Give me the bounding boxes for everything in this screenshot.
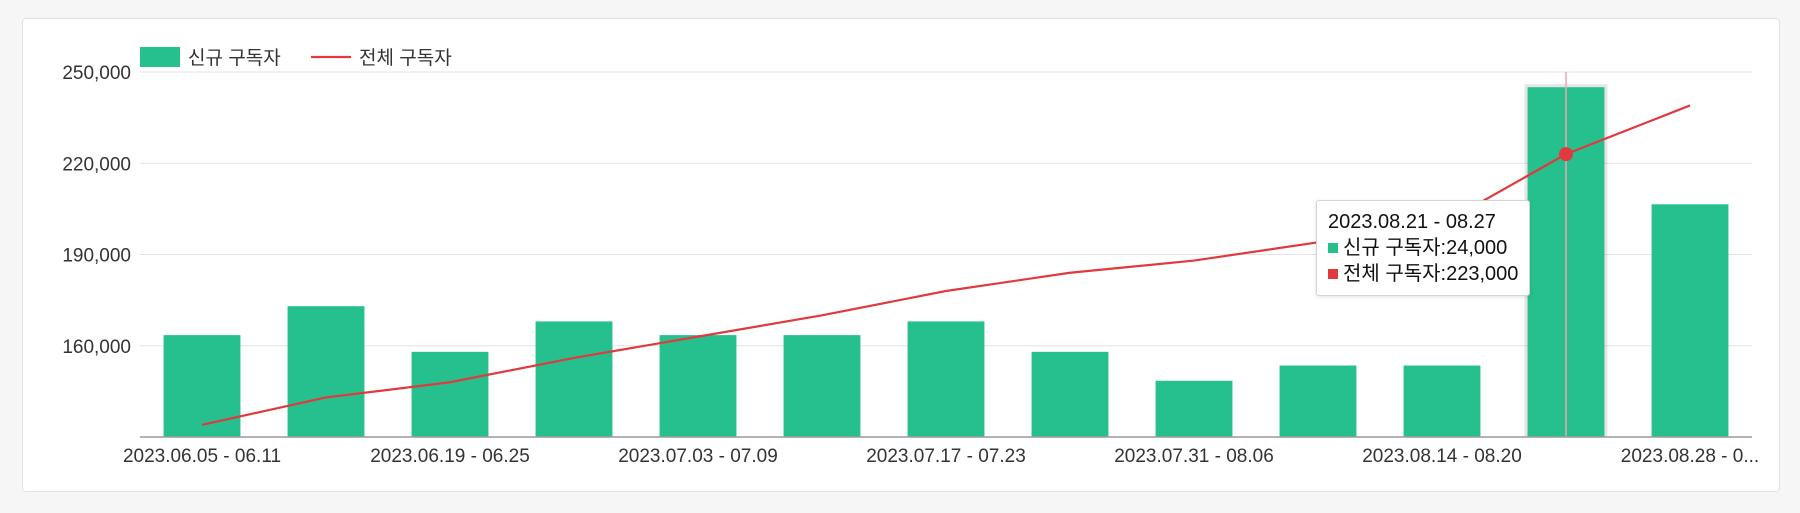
x-tick-label-0: 2023.06.05 - 06.11 bbox=[123, 446, 281, 467]
y-tick-label-0: 160,000 bbox=[62, 337, 131, 358]
bar-12[interactable] bbox=[1651, 204, 1729, 437]
y-tick-label-3: 250,000 bbox=[62, 63, 131, 84]
tooltip-title: 2023.08.21 - 08.27 bbox=[1328, 211, 1496, 233]
bar-5[interactable] bbox=[783, 335, 861, 437]
x-tick-label-3: 2023.07.17 - 07.23 bbox=[866, 446, 1026, 467]
tooltip-swatch-new bbox=[1328, 243, 1338, 253]
x-tick-label-4: 2023.07.31 - 08.06 bbox=[1114, 446, 1274, 467]
tooltip-label-new: 신규 구독자: bbox=[1343, 237, 1447, 259]
line-highlight-point[interactable] bbox=[1559, 147, 1573, 162]
x-tick-label-6: 2023.08.28 - 0... bbox=[1621, 446, 1759, 467]
tooltip-value-new: 24,000 bbox=[1446, 237, 1508, 259]
bar-1[interactable] bbox=[287, 306, 365, 437]
bar-8[interactable] bbox=[1155, 380, 1233, 437]
legend-label-total-subscribers: 전체 구독자 bbox=[359, 47, 452, 69]
bar-3[interactable] bbox=[535, 321, 613, 437]
tooltip-row-new-subscribers: 신규 구독자: 24,000 bbox=[1328, 235, 1518, 261]
axes: 2023.06.05 - 06.11 2023.06.19 - 06.25 2023… bbox=[123, 436, 1759, 467]
chart-tooltip: 2023.08.21 - 08.27 신규 구독자: 24,000 전체 구독자… bbox=[1316, 200, 1531, 296]
legend-swatch-bar bbox=[140, 47, 180, 67]
y-tick-label-2: 220,000 bbox=[62, 154, 131, 175]
tooltip-row-total-subscribers: 전체 구독자: 223,000 bbox=[1328, 261, 1518, 287]
x-tick-label-5: 2023.08.14 - 08.20 bbox=[1362, 446, 1522, 467]
bar-0[interactable] bbox=[163, 335, 241, 437]
legend: 신규 구독자 전체 구독자 bbox=[140, 47, 452, 69]
y-tick-label-1: 190,000 bbox=[62, 246, 131, 267]
bar-9[interactable] bbox=[1279, 365, 1357, 437]
tooltip-value-total: 223,000 bbox=[1446, 263, 1519, 285]
bar-7[interactable] bbox=[1031, 351, 1109, 437]
bar-4[interactable] bbox=[659, 335, 737, 437]
tooltip-swatch-total bbox=[1328, 269, 1338, 279]
tooltip-label-total: 전체 구독자: bbox=[1343, 263, 1447, 285]
bar-2[interactable] bbox=[411, 351, 489, 437]
x-tick-label-1: 2023.06.19 - 06.25 bbox=[370, 446, 530, 467]
legend-label-new-subscribers: 신규 구독자 bbox=[188, 47, 281, 69]
bar-10[interactable] bbox=[1403, 365, 1481, 437]
x-tick-label-2: 2023.07.03 - 07.09 bbox=[618, 446, 778, 467]
bar-6[interactable] bbox=[907, 321, 985, 437]
